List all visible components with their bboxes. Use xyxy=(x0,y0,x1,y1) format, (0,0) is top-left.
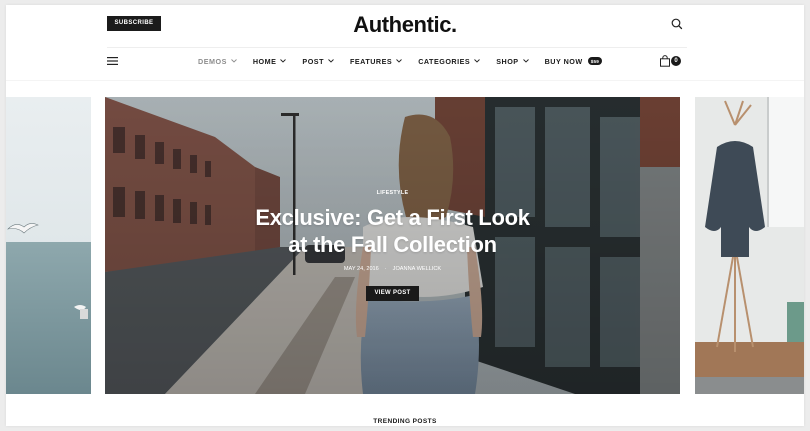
section-heading: TRENDING POSTS xyxy=(373,418,437,425)
nav-item-home[interactable]: HOME xyxy=(253,57,287,66)
shopping-bag-icon[interactable] xyxy=(659,55,671,67)
main-nav: DEMOS HOME POST FEATURES CATEGORIES SHOP… xyxy=(198,54,618,68)
nav-item-categories[interactable]: CATEGORIES xyxy=(418,56,481,66)
hamburger-icon[interactable] xyxy=(107,56,119,66)
hero-title[interactable]: Exclusive: Get a First Look at the Fall … xyxy=(185,204,600,258)
chevron-down-icon xyxy=(522,59,529,63)
nav-item-label: SHOP xyxy=(496,56,519,66)
nav-item-post[interactable]: POST xyxy=(302,57,334,66)
view-post-button[interactable]: VIEW POST xyxy=(366,286,419,301)
nav-item-demos[interactable]: DEMOS xyxy=(198,57,237,66)
nav-item-label: BUY NOW xyxy=(544,56,583,66)
hero-title-line: at the Fall Collection xyxy=(288,232,497,257)
post-author[interactable]: JOANNA WELLICK xyxy=(393,266,442,272)
category-label[interactable]: LIFESTYLE xyxy=(105,190,680,196)
post-date: MAY 24, 2016 xyxy=(343,266,379,272)
nav-item-label: DEMOS xyxy=(198,56,227,66)
page: SUBSCRIBE Authentic. DEMOS HOME POST FEA… xyxy=(6,5,804,426)
nav-item-label: FEATURES xyxy=(350,56,393,66)
nav-item-label: HOME xyxy=(252,56,277,66)
chevron-down-icon xyxy=(396,59,403,63)
carousel-slide-previous[interactable] xyxy=(6,97,91,394)
carousel-slide-next[interactable] xyxy=(695,97,804,394)
site-logo[interactable]: Authentic. xyxy=(6,12,804,38)
price-badge: $59 xyxy=(587,57,602,65)
chevron-down-icon xyxy=(280,59,287,63)
hero-slide[interactable]: LIFESTYLE Exclusive: Get a First Look at… xyxy=(105,97,680,394)
nav-divider xyxy=(6,80,804,81)
chevron-down-icon xyxy=(474,59,481,63)
nav-item-label: POST xyxy=(302,56,324,66)
cart-count-badge: 0 xyxy=(671,56,681,66)
nav-item-features[interactable]: FEATURES xyxy=(350,56,403,66)
search-icon[interactable] xyxy=(670,17,684,31)
shirt-image xyxy=(695,97,804,394)
header-divider xyxy=(107,47,687,48)
chevron-down-icon xyxy=(231,59,237,63)
chevron-down-icon xyxy=(328,59,334,63)
nav-item-shop[interactable]: SHOP xyxy=(496,56,529,66)
sea-image xyxy=(6,97,91,394)
meta-separator: · xyxy=(384,266,387,272)
nav-item-label: CATEGORIES xyxy=(418,56,471,66)
post-meta: MAY 24, 2016 · JOANNA WELLICK xyxy=(105,266,680,272)
hero-title-line: Exclusive: Get a First Look xyxy=(255,205,530,230)
nav-item-buy-now[interactable]: BUY NOW $59 xyxy=(545,57,602,66)
